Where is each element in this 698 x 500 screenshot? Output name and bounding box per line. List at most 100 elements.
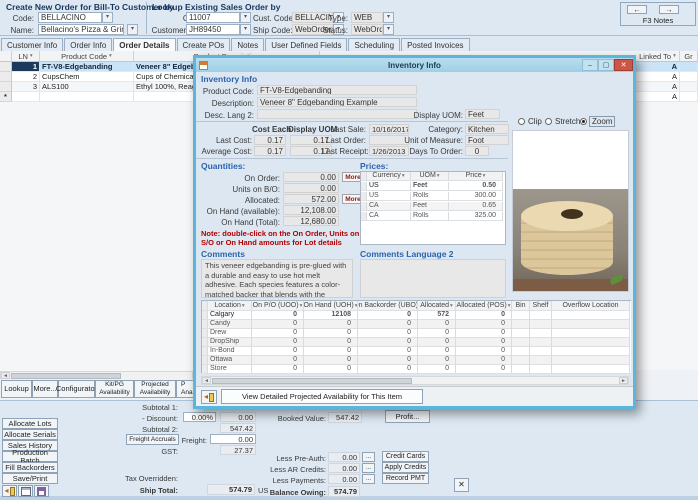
allocated-pos-column-header[interactable]: Allocated (POS)▾ [456, 301, 512, 311]
ln-cell[interactable]: 1 [12, 62, 40, 72]
ln-cell[interactable] [12, 92, 40, 102]
uom-cell[interactable]: Rolls [411, 212, 449, 221]
ln-cell[interactable]: 2 [12, 72, 40, 82]
shelf-cell[interactable] [530, 356, 552, 365]
shelf-cell[interactable] [530, 320, 552, 329]
discount-percent-field[interactable]: 0.00% [183, 412, 216, 422]
on-hand-cell[interactable]: 0 [304, 320, 358, 329]
status-combobox[interactable]: WebOrder [351, 24, 383, 35]
allocated-cell[interactable]: 0 [418, 338, 456, 347]
uom-cell[interactable]: Feet [411, 202, 449, 211]
bin-cell[interactable] [512, 365, 530, 374]
name-dropdown-icon[interactable]: ▾ [127, 24, 138, 35]
linked-to-column-header[interactable]: Linked To▾ [636, 51, 680, 62]
location-row[interactable]: Candy 0 0 0 0 0 [202, 320, 630, 329]
linked-to-cell[interactable]: A [636, 92, 680, 102]
allocated-cell[interactable]: 0 [418, 365, 456, 374]
row-selector[interactable] [0, 82, 12, 92]
column-dropdown-icon[interactable]: ▾ [673, 53, 676, 59]
on-backorder-cell[interactable]: 0 [358, 311, 418, 320]
overflow-cell[interactable] [552, 365, 630, 374]
on-backorder-cell[interactable]: 0 [358, 365, 418, 374]
pre-auth-browse-button[interactable]: ... [362, 452, 375, 462]
on-hand-cell[interactable]: 12108 [304, 311, 358, 320]
allocated-pos-cell[interactable]: 0 [456, 320, 512, 329]
shelf-cell[interactable] [530, 338, 552, 347]
clip-radio-label[interactable]: Clip [528, 117, 542, 126]
allocated-pos-cell[interactable]: 0 [456, 365, 512, 374]
delete-order-button[interactable]: ✕ [454, 478, 469, 492]
apply-credits-button[interactable]: Apply Credits [382, 462, 429, 473]
linked-to-cell[interactable]: A [636, 82, 680, 92]
gr-cell[interactable] [680, 82, 698, 92]
freight-field[interactable]: 0.00 [210, 434, 256, 444]
maximize-button[interactable]: ▢ [598, 59, 614, 71]
credit-cards-button[interactable]: Credit Cards [382, 451, 429, 462]
code-dropdown-icon[interactable]: ▾ [102, 12, 113, 23]
on-order-field[interactable]: 0.00 [283, 172, 339, 182]
on-po-cell[interactable]: 0 [252, 320, 304, 329]
print-preview-button[interactable] [18, 485, 33, 497]
bin-cell[interactable] [512, 347, 530, 356]
new-record-marker[interactable]: * [0, 92, 12, 102]
currency-cell[interactable]: CA [367, 212, 411, 221]
overflow-column-header[interactable]: Overflow Location [552, 301, 630, 311]
price-row[interactable]: CA Rolls 325.00 [361, 212, 503, 221]
column-dropdown-icon[interactable]: ▾ [437, 172, 440, 180]
linked-to-cell[interactable]: A [636, 72, 680, 82]
linked-row[interactable]: A [636, 72, 698, 82]
display-uom-field[interactable]: Feet [465, 109, 500, 119]
location-name-cell[interactable]: Calgary [208, 311, 252, 320]
currency-cell[interactable]: US [367, 182, 411, 191]
column-dropdown-icon[interactable]: ▾ [508, 302, 511, 310]
allocated-pos-cell[interactable]: 0 [456, 347, 512, 356]
uom-column-header[interactable]: UOM▾ [411, 172, 449, 181]
on-hand-cell[interactable]: 0 [304, 338, 358, 347]
code-combobox[interactable]: BELLACINO [38, 12, 102, 23]
bin-cell[interactable] [512, 320, 530, 329]
nav-next-button[interactable]: → [659, 5, 679, 14]
type-dropdown-icon[interactable]: ▾ [383, 12, 394, 23]
overflow-cell[interactable] [552, 356, 630, 365]
allocate-lots-button[interactable]: Allocate Lots [2, 418, 58, 429]
tab-scheduling[interactable]: Scheduling [348, 38, 400, 51]
column-dropdown-icon[interactable]: ▾ [109, 53, 112, 59]
more-button[interactable]: More... [32, 380, 58, 398]
column-dropdown-icon[interactable]: ▾ [242, 302, 245, 310]
tab-posted-invoices[interactable]: Posted Invoices [401, 38, 469, 51]
on-hand-cell[interactable]: 0 [304, 347, 358, 356]
bin-cell[interactable] [512, 329, 530, 338]
category-field[interactable]: Kitchen [465, 124, 509, 134]
shelf-cell[interactable] [530, 347, 552, 356]
dialog-titlebar[interactable]: Inventory Info – ▢ ✕ [196, 58, 633, 72]
order-number-dropdown-icon[interactable]: ▾ [240, 12, 251, 23]
save-print-button[interactable]: Save/Print [2, 473, 58, 484]
allocated-pos-cell[interactable]: 0 [456, 356, 512, 365]
days-to-order-field[interactable]: 0 [465, 146, 489, 156]
scroll-right-icon[interactable]: ► [619, 377, 628, 384]
save-record-button[interactable] [34, 485, 49, 497]
column-dropdown-icon[interactable]: ▾ [300, 302, 303, 310]
price-cell[interactable]: 325.00 [449, 212, 503, 221]
allocated-cell[interactable]: 0 [418, 347, 456, 356]
overflow-cell[interactable] [552, 311, 630, 320]
tab-order-info[interactable]: Order Info [64, 38, 112, 51]
linked-row[interactable]: A [636, 92, 698, 102]
location-row[interactable]: In-Bond 0 0 0 0 0 [202, 347, 630, 356]
ln-column-header[interactable]: LN▾ [12, 51, 40, 62]
customer-po-dropdown-icon[interactable]: ▾ [240, 24, 251, 35]
location-name-cell[interactable]: Drew [208, 329, 252, 338]
linked-row[interactable]: A [636, 62, 698, 72]
currency-column-header[interactable]: Currency▾ [367, 172, 411, 181]
tab-customer-info[interactable]: Customer Info [1, 38, 63, 51]
linked-to-cell[interactable]: A [636, 62, 680, 72]
shelf-cell[interactable] [530, 365, 552, 374]
shelf-cell[interactable] [530, 329, 552, 338]
on-backorder-column-header[interactable]: On Backorder (UBO)▾ [358, 301, 418, 311]
allocated-pos-cell[interactable]: 0 [456, 338, 512, 347]
allocated-cell[interactable]: 0 [418, 356, 456, 365]
last-sale-field[interactable]: 10/16/2017 [369, 124, 409, 134]
on-backorder-cell[interactable]: 0 [358, 329, 418, 338]
product-code-field[interactable]: FT-V8-Edgebanding [257, 85, 417, 95]
price-row[interactable]: US Feet 0.50 [361, 182, 503, 191]
